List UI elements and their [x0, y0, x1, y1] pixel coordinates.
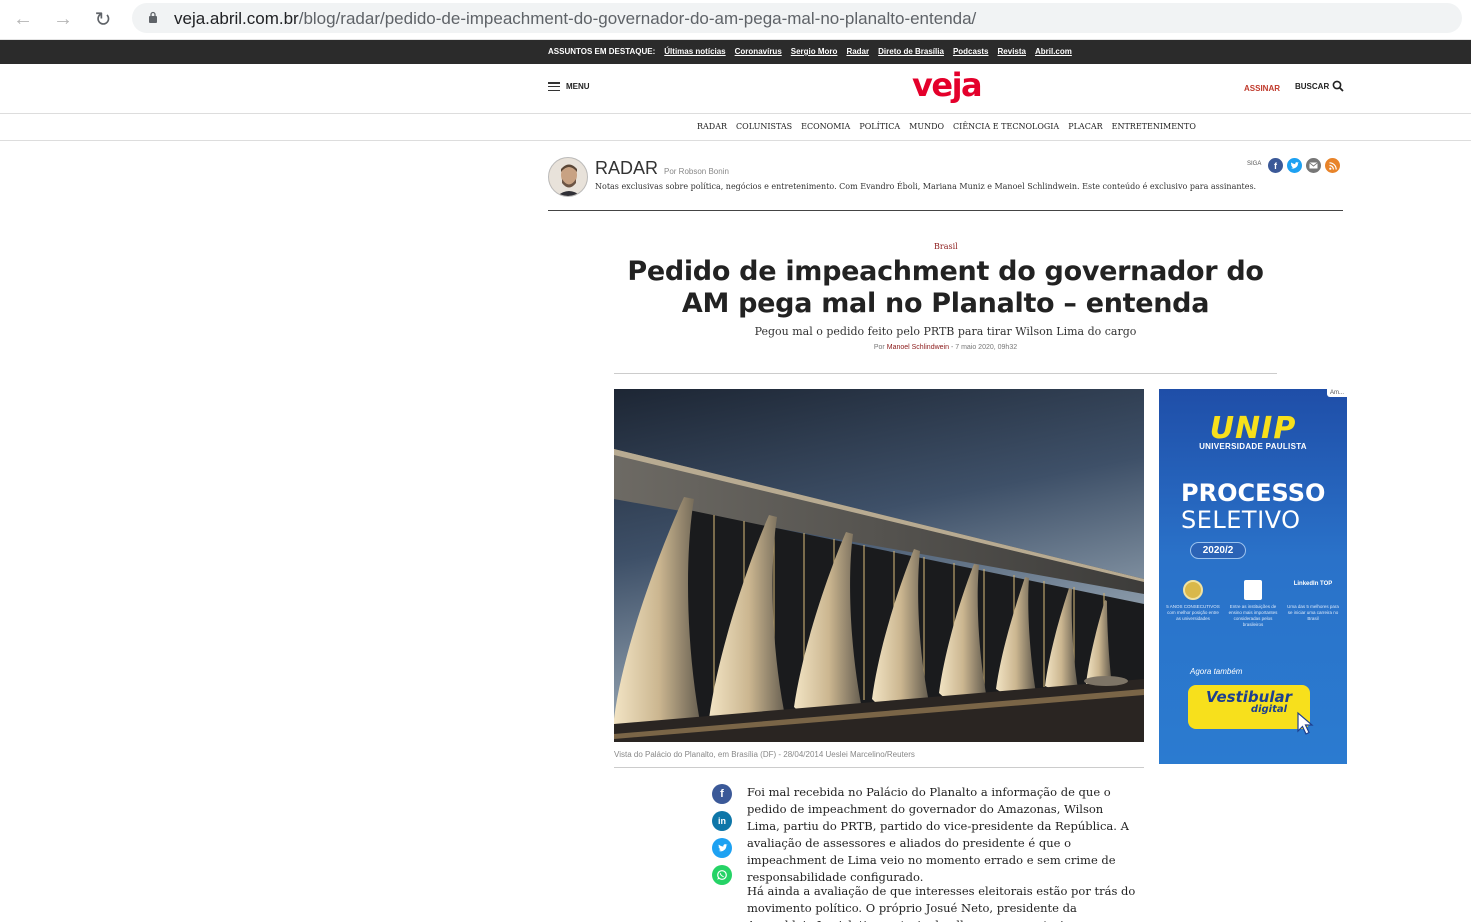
topics-bar: ASSUNTOS EM DESTAQUE: Últimas notícias C… — [0, 40, 1471, 64]
article-paragraph: Foi mal recebida no Palácio do Planalto … — [747, 785, 1129, 884]
ad-award: 5 ANOS CONSECUTIVOS com melhor posição e… — [1165, 580, 1221, 622]
advertisement[interactable]: Am... UNIP UNIVERSIDADE PAULISTA PROCESS… — [1159, 389, 1347, 764]
menu-label: MENU — [566, 82, 590, 91]
cursor-icon — [1292, 709, 1314, 735]
blog-title[interactable]: RADAR — [595, 158, 658, 179]
browser-address-bar: ← → ↻ veja.abril.com.br/blog/radar/pedid… — [0, 0, 1471, 40]
section-link-politica[interactable]: POLÍTICA — [859, 122, 900, 131]
linkedin-top-label: LinkedIn TOP — [1293, 581, 1333, 587]
search-label: BUSCAR — [1295, 81, 1330, 91]
article-headline: Pedido de impeachment do governador do A… — [627, 256, 1264, 319]
email-icon[interactable] — [1306, 158, 1321, 173]
blog-author: Por Robson Bonin — [664, 167, 729, 176]
article-paragraph: Há ainda a avaliação de que interesses e… — [747, 884, 1136, 922]
follow-label: SIGA — [1247, 161, 1262, 167]
byline-prefix: Por — [873, 344, 885, 351]
ad-award-text: 5 ANOS CONSECUTIVOS com melhor posição e… — [1166, 604, 1220, 621]
facebook-icon[interactable]: f — [712, 784, 732, 804]
byline-author[interactable]: Manoel Schlindwein — [887, 344, 949, 351]
article-subheadline: Pegou mal o pedido feito pelo PRTB para … — [754, 325, 1137, 338]
veja-logo[interactable]: veja — [912, 66, 983, 104]
search-icon — [1332, 80, 1344, 92]
twitter-icon[interactable] — [1287, 158, 1302, 173]
topic-link[interactable]: Podcasts — [953, 47, 989, 56]
ad-cta-line1: Vestibular — [1205, 688, 1292, 706]
blog-description: Notas exclusivas sobre política, negócio… — [595, 182, 1257, 191]
topic-link[interactable]: Radar — [846, 47, 869, 56]
caption-divider — [614, 767, 1144, 768]
article-byline: Por Manoel Schlindwein - 7 maio 2020, 09… — [614, 344, 1277, 351]
follow-icons: f — [1268, 158, 1340, 173]
subscribe-link[interactable]: ASSINAR — [1244, 84, 1280, 93]
ad-headline-2: SELETIVO — [1181, 506, 1301, 534]
topic-link[interactable]: Últimas notícias — [664, 47, 725, 56]
url-text: veja.abril.com.br/blog/radar/pedido-de-i… — [174, 9, 976, 29]
section-link-placar[interactable]: PLACAR — [1068, 122, 1102, 131]
medal-icon — [1183, 580, 1203, 600]
author-avatar — [548, 157, 588, 197]
article-divider — [614, 373, 1277, 374]
topic-link[interactable]: Revista — [998, 47, 1026, 56]
rss-icon[interactable] — [1325, 158, 1340, 173]
section-link-entretenimento[interactable]: ENTRETENIMENTO — [1112, 122, 1196, 131]
topic-link[interactable]: Sergio Moro — [791, 47, 838, 56]
section-link-colunistas[interactable]: COLUNISTAS — [736, 122, 792, 131]
back-arrow-icon[interactable]: ← — [10, 6, 36, 32]
topics-list: ASSUNTOS EM DESTAQUE: Últimas notícias C… — [548, 47, 1072, 56]
whatsapp-icon[interactable] — [712, 865, 732, 885]
ad-year-badge: 2020/2 — [1190, 542, 1246, 559]
forward-arrow-icon[interactable]: → — [50, 6, 76, 32]
section-link-mundo[interactable]: MUNDO — [909, 122, 944, 131]
section-nav: RADAR COLUNISTAS ECONOMIA POLÍTICA MUNDO… — [0, 114, 1471, 141]
lock-icon — [149, 11, 157, 23]
linkedin-icon[interactable]: in — [712, 811, 732, 831]
seal-icon — [1244, 580, 1262, 600]
byline-date: - 7 maio 2020, 09h32 — [950, 344, 1018, 351]
facebook-icon[interactable]: f — [1268, 158, 1283, 173]
ad-also-label: Agora também — [1190, 667, 1243, 676]
ad-headline-1: PROCESSO — [1181, 479, 1326, 507]
url-field[interactable]: veja.abril.com.br/blog/radar/pedido-de-i… — [132, 3, 1462, 33]
article-category[interactable]: Brasil — [934, 242, 958, 251]
reload-icon[interactable]: ↻ — [90, 6, 116, 32]
ad-choices-tag[interactable]: Am... — [1326, 389, 1347, 397]
topics-label: ASSUNTOS EM DESTAQUE: — [548, 47, 656, 56]
ad-brand-sub: UNIVERSIDADE PAULISTA — [1199, 442, 1307, 451]
ad-award: LinkedIn TOP Uma das 5 melhores para se … — [1285, 580, 1341, 622]
topic-link[interactable]: Coronavírus — [735, 47, 782, 56]
url-path: /blog/radar/pedido-de-impeachment-do-gov… — [298, 9, 977, 28]
ad-award-text: Entre as instituições de ensino mais imp… — [1228, 604, 1278, 627]
url-host: veja.abril.com.br — [174, 9, 299, 28]
section-link-radar[interactable]: RADAR — [697, 122, 727, 131]
article-photo — [614, 389, 1144, 742]
twitter-icon[interactable] — [712, 838, 732, 858]
section-link-economia[interactable]: ECONOMIA — [801, 122, 850, 131]
ad-brand: UNIP — [1209, 411, 1297, 446]
hamburger-icon — [548, 82, 560, 91]
share-bar: f in — [712, 784, 732, 885]
section-link-ciencia[interactable]: CIÊNCIA E TECNOLOGIA — [953, 122, 1059, 131]
search-button[interactable]: BUSCAR — [1295, 80, 1344, 92]
topic-link[interactable]: Abril.com — [1035, 47, 1072, 56]
site-header: MENU veja ASSINAR BUSCAR — [0, 64, 1471, 114]
menu-button[interactable]: MENU — [548, 82, 590, 91]
topic-link[interactable]: Direto de Brasília — [878, 47, 944, 56]
blog-divider — [548, 210, 1343, 211]
ad-award-text: Uma das 5 melhores para se iniciar uma c… — [1287, 604, 1339, 621]
ad-award: Entre as instituições de ensino mais imp… — [1225, 580, 1281, 628]
photo-caption: Vista do Palácio do Planalto, em Brasíli… — [614, 750, 915, 759]
